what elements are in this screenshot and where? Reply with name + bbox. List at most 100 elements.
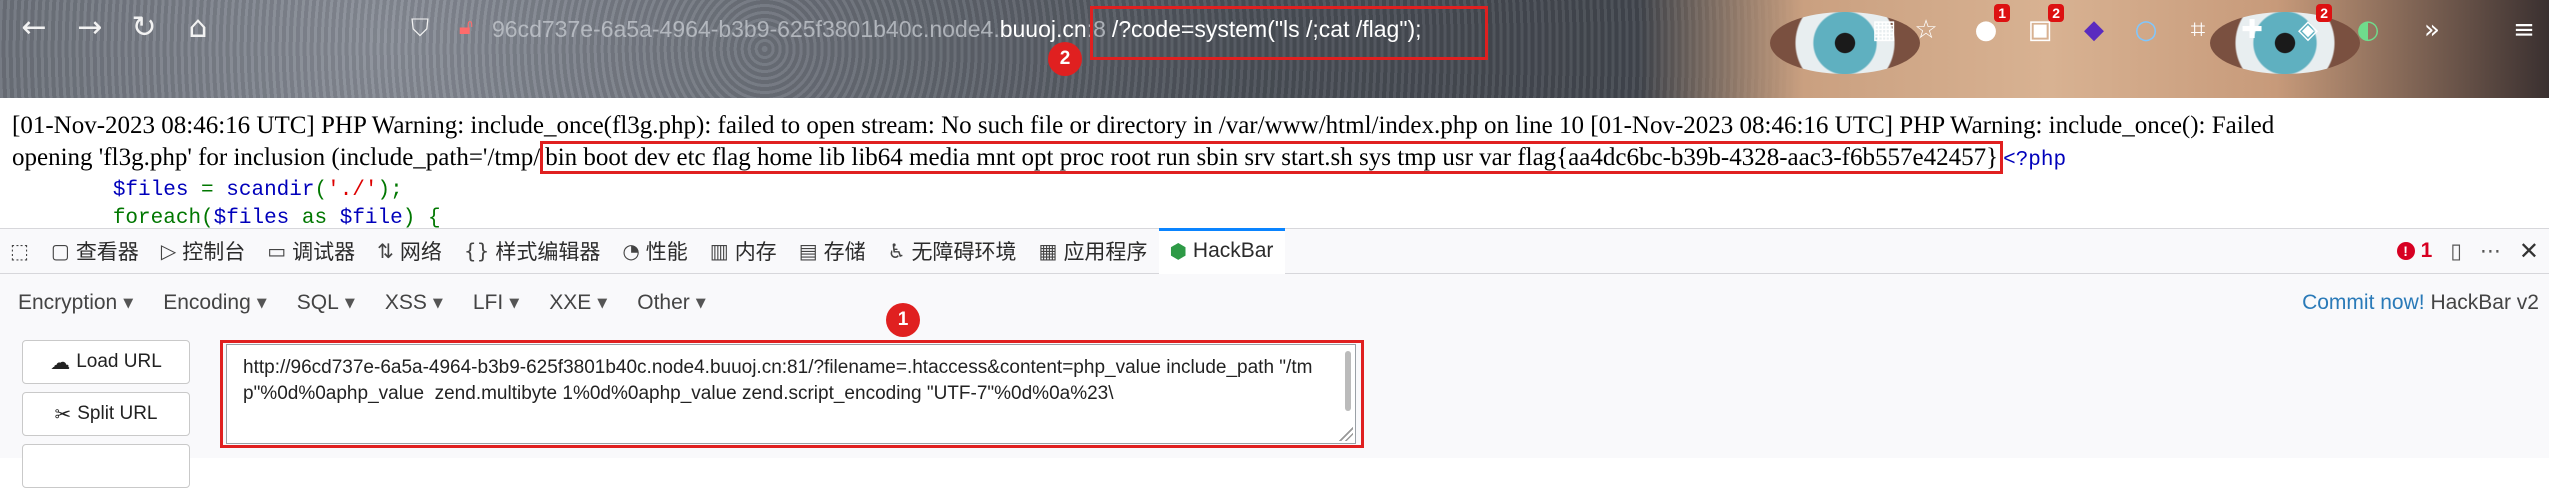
tab-inspector[interactable]: ▢ 查看器 bbox=[41, 228, 151, 274]
menu-lfi[interactable]: LFI ▼ bbox=[473, 291, 519, 315]
home-icon[interactable]: ⌂ bbox=[178, 8, 218, 48]
menu-encryption[interactable]: Encryption ▼ bbox=[18, 291, 133, 315]
grid-extension-icon[interactable]: ▦ bbox=[1866, 12, 1902, 48]
tab-label: 调试器 bbox=[292, 241, 356, 264]
chip-icon: ▥ bbox=[709, 239, 729, 263]
error-icon: ! bbox=[2396, 242, 2415, 260]
menu-xxe[interactable]: XXE ▼ bbox=[549, 291, 607, 315]
code-var: $files bbox=[112, 179, 189, 202]
overflow-chevron-icon[interactable]: » bbox=[2414, 12, 2450, 48]
storage-icon: ▤ bbox=[798, 239, 818, 263]
cloud-download-icon: ☁ bbox=[50, 350, 71, 374]
menu-encoding[interactable]: Encoding ▼ bbox=[163, 291, 267, 315]
crop-icon[interactable]: ⌗ bbox=[2180, 12, 2216, 48]
shield-icon[interactable]: ⛉ bbox=[400, 8, 440, 48]
extension-red-icon[interactable]: ● 1 bbox=[1968, 4, 2010, 48]
caret-down-icon: ▼ bbox=[123, 295, 134, 311]
menu-label: XSS bbox=[384, 291, 427, 314]
close-icon[interactable]: ✕ bbox=[2519, 237, 2539, 265]
tab-application[interactable]: ▦ 应用程序 bbox=[1029, 228, 1160, 274]
code-keyword: as bbox=[301, 207, 328, 228]
code-end: ) { bbox=[402, 207, 441, 228]
warning-text: opening 'fl3g.php' for inclusion (includ… bbox=[12, 144, 541, 171]
menu-label: Encoding bbox=[163, 291, 251, 314]
tab-accessibility[interactable]: ♿︎ 无障碍环境 bbox=[878, 228, 1029, 274]
extension-badge: 2 bbox=[2316, 4, 2332, 22]
tab-memory[interactable]: ▥ 内存 bbox=[700, 228, 789, 274]
hackbar-branding: Commit now! HackBar v2 bbox=[2302, 291, 2549, 315]
network-icon: ⇅ bbox=[377, 239, 394, 263]
execute-button[interactable] bbox=[22, 444, 190, 488]
caret-down-icon: ▼ bbox=[509, 295, 520, 311]
devtools-right-controls: ! 1 ▯ ⋯ ✕ bbox=[2396, 237, 2549, 265]
caret-down-icon: ▼ bbox=[695, 295, 706, 311]
hamburger-menu-icon[interactable]: ≡ bbox=[2506, 12, 2542, 48]
tab-hackbar[interactable]: ⬢ HackBar bbox=[1159, 228, 1286, 274]
menu-sql[interactable]: SQL ▼ bbox=[297, 291, 355, 315]
tab-label: 无障碍环境 bbox=[911, 241, 1017, 264]
load-url-button[interactable]: ☁ Load URL bbox=[22, 340, 190, 384]
code-end: ); bbox=[377, 179, 403, 202]
tab-performance[interactable]: ◔ 性能 bbox=[612, 228, 699, 274]
theme-eye-right bbox=[2210, 12, 2360, 74]
button-label: Split URL bbox=[77, 403, 158, 424]
page-content: [01-Nov-2023 08:46:16 UTC] PHP Warning: … bbox=[12, 110, 2542, 228]
annotation-box-payload bbox=[220, 340, 1364, 448]
app-grid-icon: ▦ bbox=[1038, 239, 1058, 263]
url-domain: buuoj.cn bbox=[999, 15, 1087, 42]
menu-other[interactable]: Other ▼ bbox=[637, 291, 706, 315]
code-arg: './' bbox=[327, 179, 378, 202]
more-options-icon[interactable]: ⋯ bbox=[2480, 239, 2501, 263]
php-open-tag: <?php bbox=[2003, 149, 2067, 172]
extension-inbox-icon[interactable]: ▣ 2 bbox=[2022, 4, 2064, 48]
menu-label: Encryption bbox=[18, 291, 118, 314]
extension-diamond-icon[interactable]: ◆ bbox=[2076, 12, 2112, 48]
extension-ring-icon[interactable]: ○ bbox=[2128, 12, 2164, 48]
annotation-number-2: 2 bbox=[1048, 42, 1082, 76]
menu-label: XXE bbox=[549, 291, 592, 314]
caret-down-icon: ▼ bbox=[256, 295, 267, 311]
menu-xss[interactable]: XSS ▼ bbox=[385, 291, 443, 315]
menu-label: Other bbox=[637, 291, 690, 314]
code-keyword: foreach bbox=[112, 207, 202, 228]
console-icon: ▷ bbox=[160, 239, 177, 263]
php-warning-line2: opening 'fl3g.php' for inclusion (includ… bbox=[12, 141, 2542, 177]
tab-label: 样式编辑器 bbox=[495, 241, 601, 264]
error-counter[interactable]: ! 1 bbox=[2396, 239, 2433, 263]
tab-label: 性能 bbox=[645, 241, 688, 264]
forward-arrow-icon[interactable]: → bbox=[70, 8, 110, 48]
tab-storage[interactable]: ▤ 存储 bbox=[789, 228, 878, 274]
tab-label: 查看器 bbox=[75, 241, 139, 264]
back-arrow-icon[interactable]: ← bbox=[14, 8, 54, 48]
toggle-extension-icon[interactable]: ◐ bbox=[2350, 12, 2386, 48]
annotation-number-1: 1 bbox=[886, 303, 920, 337]
code-op: = bbox=[188, 179, 227, 202]
reload-icon[interactable]: ↻ bbox=[124, 8, 164, 48]
tab-console[interactable]: ▷ 控制台 bbox=[151, 228, 257, 274]
puzzle-extension-icon[interactable]: ✚ bbox=[2234, 12, 2270, 48]
caret-down-icon: ▼ bbox=[597, 295, 608, 311]
bookmark-star-icon[interactable]: ☆ bbox=[1908, 12, 1944, 48]
tab-label: 存储 bbox=[823, 241, 866, 264]
commit-now-link[interactable]: Commit now! bbox=[2302, 291, 2425, 314]
source-code: $files = scandir('./'); foreach($files a… bbox=[112, 179, 441, 228]
tab-debugger[interactable]: ▭ 调试器 bbox=[257, 228, 367, 274]
tab-style-editor[interactable]: {} 样式编辑器 bbox=[454, 228, 612, 274]
hackbar-icon: ⬢ bbox=[1169, 239, 1187, 263]
extension-alert-icon[interactable]: ◈ 2 bbox=[2290, 4, 2332, 48]
braces-icon: {} bbox=[463, 239, 490, 263]
tab-network[interactable]: ⇅ 网络 bbox=[367, 228, 454, 274]
hackbar-menubar: Encryption ▼ Encoding ▼ SQL ▼ XSS ▼ LFI ▼ XXE… bbox=[0, 274, 2549, 332]
error-count: 1 bbox=[2420, 239, 2433, 262]
extension-badge: 2 bbox=[2048, 4, 2064, 22]
element-picker-tab[interactable]: ⬚ bbox=[0, 228, 41, 274]
insecure-lock-icon[interactable]: 🔓︎ bbox=[446, 8, 486, 48]
caret-down-icon: ▼ bbox=[344, 295, 355, 311]
code-var: $file bbox=[339, 207, 403, 228]
tab-label: 内存 bbox=[734, 241, 777, 264]
url-subdomain: 96cd737e-6a5a-4964-b3b9-625f3801b40c.nod… bbox=[492, 15, 1000, 42]
gauge-icon: ◔ bbox=[622, 239, 640, 263]
dock-icon[interactable]: ▯ bbox=[2450, 239, 2462, 263]
split-url-button[interactable]: ✂ Split URL bbox=[22, 392, 190, 436]
php-warning-line: [01-Nov-2023 08:46:16 UTC] PHP Warning: … bbox=[12, 112, 2275, 139]
